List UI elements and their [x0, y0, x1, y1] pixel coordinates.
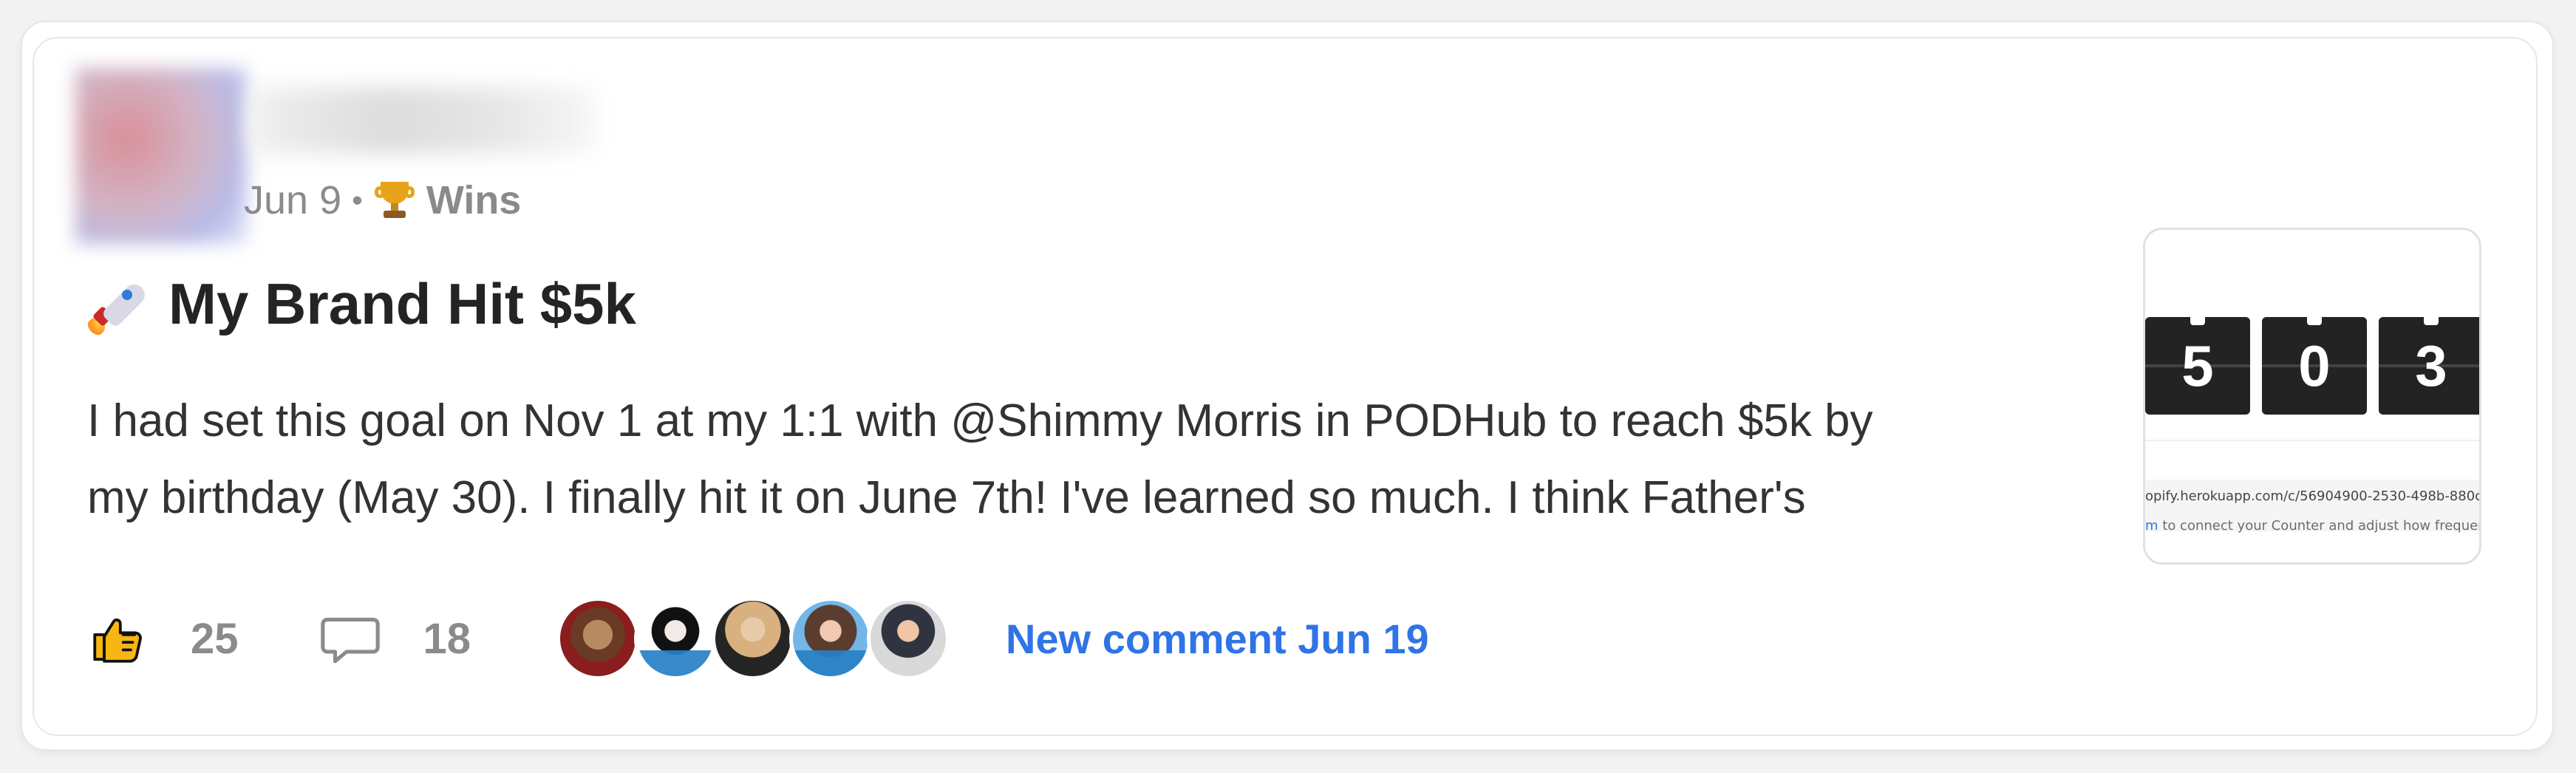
commenter-avatar[interactable] [556, 597, 640, 680]
thumb-up-icon[interactable] [87, 608, 148, 669]
post-excerpt-line-2: my birthday (May 30). I finally hit it o… [87, 472, 1806, 523]
comments-count[interactable]: 18 [423, 614, 471, 664]
post-date: Jun 9 [244, 178, 342, 222]
post-meta: Jun 9 • Wins [244, 174, 521, 226]
post-actions: 25 18 New comment Jun 19 [87, 597, 1429, 680]
trophy-icon [373, 179, 416, 222]
meta-separator: • [352, 183, 363, 217]
rocket-icon [87, 272, 152, 337]
counter-display: 5 0 3 [2145, 317, 2479, 419]
commenter-avatar[interactable] [634, 597, 718, 680]
preview-note-text: to connect your Counter and adjust how f… [2158, 518, 2481, 534]
counter-digit: 5 [2145, 317, 2250, 415]
author-avatar[interactable] [75, 68, 247, 244]
preview-note-link: m [2145, 518, 2158, 534]
comment-icon[interactable] [320, 608, 381, 669]
likes-count[interactable]: 25 [191, 614, 239, 664]
preview-url-text: opify.herokuapp.com/c/56904900-2530-498b… [2145, 488, 2481, 504]
post-category[interactable]: Wins [426, 177, 522, 223]
post-excerpt[interactable]: I had set this goal on Nov 1 at my 1:1 w… [87, 383, 2127, 537]
counter-digit: 3 [2379, 317, 2479, 415]
preview-note: m to connect your Counter and adjust how… [2145, 518, 2481, 534]
post-excerpt-line-1: I had set this goal on Nov 1 at my 1:1 w… [87, 395, 1873, 446]
author-name-obscured [250, 87, 597, 154]
post-title-row[interactable]: My Brand Hit $5k [87, 270, 636, 338]
commenter-avatar[interactable] [867, 597, 950, 680]
counter-digit: 0 [2262, 317, 2367, 415]
like-action[interactable]: 25 [87, 608, 239, 669]
comment-action[interactable]: 18 [320, 608, 471, 669]
new-comment-link[interactable]: New comment Jun 19 [1006, 615, 1429, 663]
commenter-avatar[interactable] [789, 597, 873, 680]
recent-commenters [556, 597, 950, 680]
preview-divider [2145, 440, 2479, 441]
post-preview-thumbnail[interactable]: 5 0 3 opify.herokuapp.com/c/56904900-253… [2143, 228, 2481, 565]
post-title[interactable]: My Brand Hit $5k [168, 270, 636, 338]
commenter-avatar[interactable] [712, 597, 795, 680]
